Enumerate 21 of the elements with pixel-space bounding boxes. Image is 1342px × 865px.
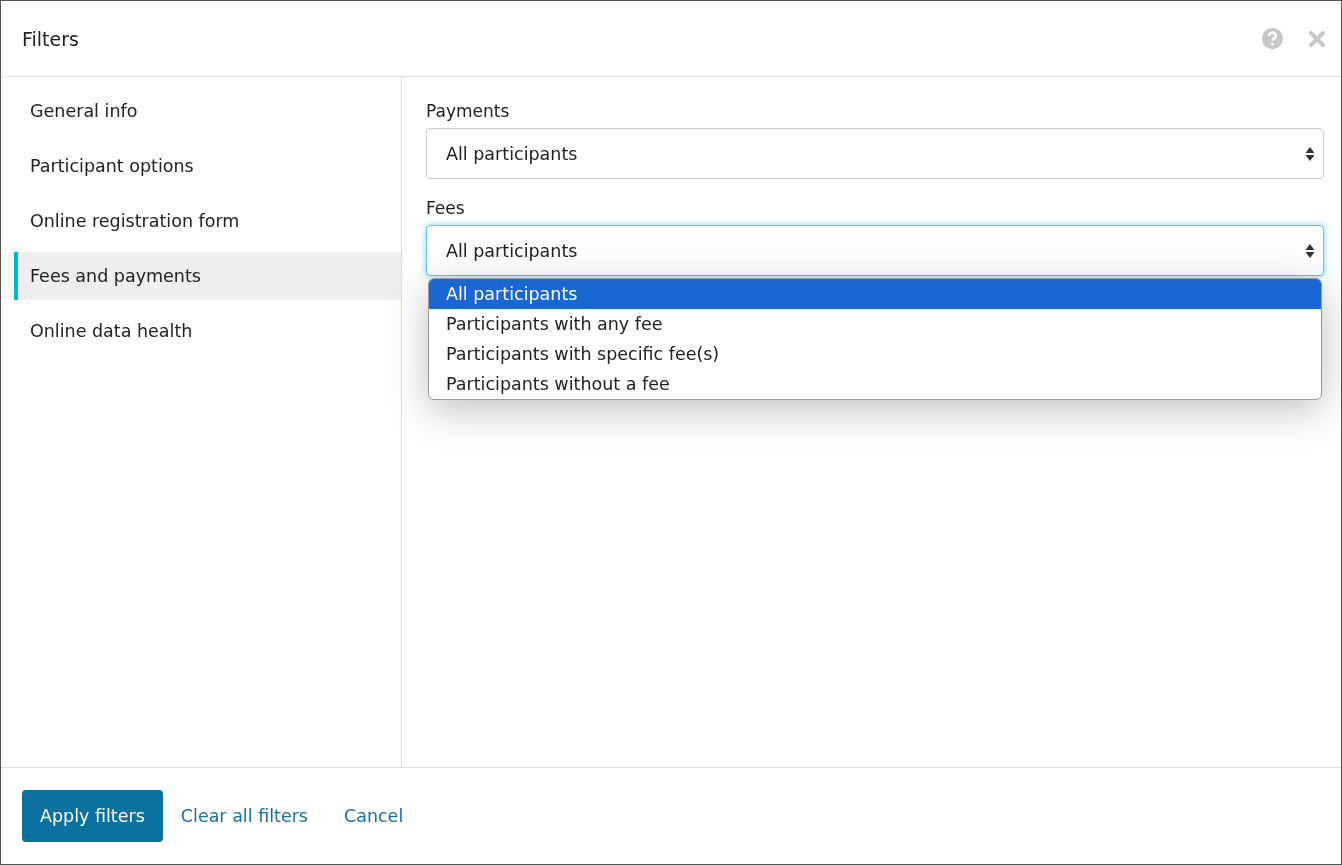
dropdown-option[interactable]: Participants with any fee [429, 309, 1321, 339]
sidebar-item[interactable]: Fees and payments [14, 252, 401, 300]
field-label: Fees [426, 198, 466, 218]
sidebar-item[interactable]: Online data health [14, 307, 401, 355]
select-field[interactable]: All participants [426, 128, 1324, 179]
select-field[interactable]: All participants [426, 225, 1324, 276]
field-label: Payments [426, 101, 511, 121]
dropdown-option[interactable]: Participants with specific fee(s) [429, 339, 1321, 369]
footer-link[interactable]: Clear all filters [180, 806, 308, 826]
sidebar-item[interactable]: Online registration form [14, 197, 401, 245]
sort-arrows-icon [1305, 145, 1315, 162]
dialog-title: Filters [22, 27, 80, 50]
sidebar-item[interactable]: Participant options [14, 142, 401, 190]
dropdown-option[interactable]: All participants [429, 279, 1321, 309]
sort-arrows-icon [1305, 242, 1315, 259]
dropdown-option[interactable]: Participants without a fee [429, 369, 1321, 399]
footer-link[interactable]: Cancel [343, 806, 404, 826]
help-icon[interactable] [1262, 28, 1283, 49]
apply-filters-button[interactable]: Apply filters [22, 790, 163, 842]
sidebar-item[interactable]: General info [14, 87, 401, 135]
close-icon[interactable] [1309, 30, 1325, 47]
